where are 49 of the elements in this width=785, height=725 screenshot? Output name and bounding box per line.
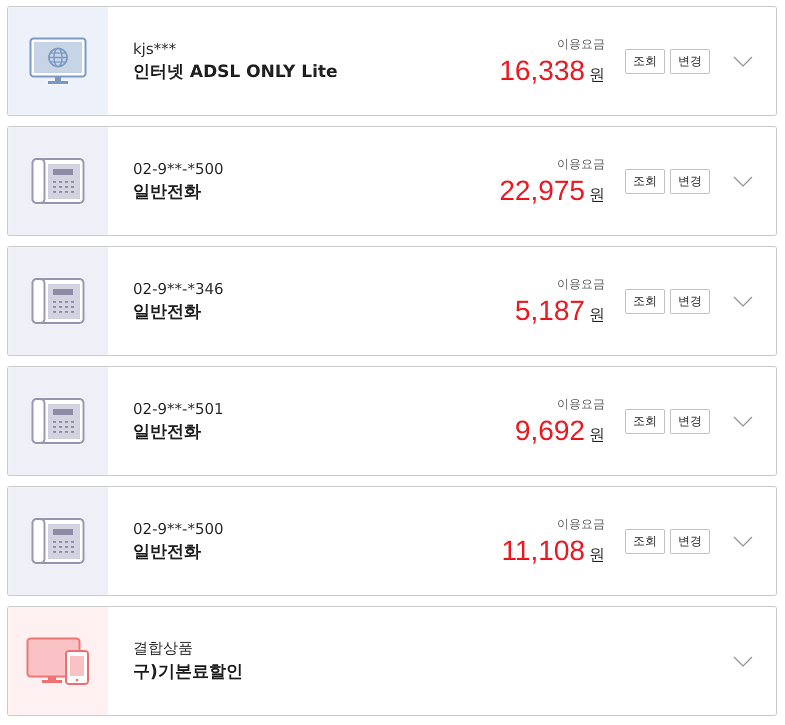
action-button[interactable]: 변경: [670, 528, 710, 554]
service-name: 인터넷 ADSL ONLY Lite: [133, 60, 339, 82]
action-button[interactable]: 조회: [625, 48, 665, 74]
account-id: kjs***: [133, 40, 178, 58]
currency-unit: 원: [589, 64, 605, 86]
currency-unit: 원: [589, 544, 605, 566]
service-name: 일반전화: [133, 540, 202, 562]
currency-unit: 원: [589, 184, 605, 206]
desk-phone-icon: [31, 157, 85, 205]
fee-label: 이용요금: [557, 276, 605, 292]
chevron-down-icon[interactable]: [733, 296, 753, 306]
desk-phone-icon: [31, 277, 85, 325]
service-name: 구)기본료할인: [133, 661, 244, 683]
action-button[interactable]: 변경: [670, 408, 710, 434]
action-button[interactable]: 조회: [625, 168, 665, 194]
chevron-down-icon[interactable]: [733, 56, 753, 66]
fee-amount: 22,975: [499, 174, 585, 206]
fee-amount: 9,692: [514, 414, 585, 446]
desk-phone-icon: [31, 517, 85, 565]
chevron-down-icon[interactable]: [733, 176, 753, 186]
monitor-globe-icon: [29, 37, 87, 85]
service-name: 일반전화: [133, 300, 202, 322]
action-button[interactable]: 조회: [625, 528, 665, 554]
fee-amount: 5,187: [514, 294, 585, 326]
action-button[interactable]: 변경: [670, 48, 710, 74]
desk-phone-icon: [31, 397, 85, 445]
currency-unit: 원: [589, 304, 605, 326]
action-button[interactable]: 조회: [625, 288, 665, 314]
action-button[interactable]: 변경: [670, 168, 710, 194]
monitor-phone-icon: [26, 637, 90, 685]
service-name: 일반전화: [133, 420, 202, 442]
currency-unit: 원: [589, 424, 605, 446]
account-id: 02-9**-*501: [133, 400, 225, 418]
account-id: 02-9**-*346: [133, 280, 225, 298]
chevron-down-icon[interactable]: [733, 416, 753, 426]
account-id: 02-9**-*500: [133, 160, 225, 178]
fee-amount: 16,338: [499, 54, 585, 86]
chevron-down-icon[interactable]: [733, 656, 753, 666]
action-button[interactable]: 변경: [670, 288, 710, 314]
fee-label: 이용요금: [557, 396, 605, 412]
fee-amount: 11,108: [501, 534, 585, 566]
service-name: 일반전화: [133, 180, 202, 202]
fee-label: 이용요금: [557, 156, 605, 172]
chevron-down-icon[interactable]: [733, 536, 753, 546]
action-button[interactable]: 조회: [625, 408, 665, 434]
fee-label: 이용요금: [557, 516, 605, 532]
account-id: 02-9**-*500: [133, 520, 225, 538]
account-id: 결합상품: [133, 639, 194, 658]
fee-label: 이용요금: [557, 36, 605, 52]
